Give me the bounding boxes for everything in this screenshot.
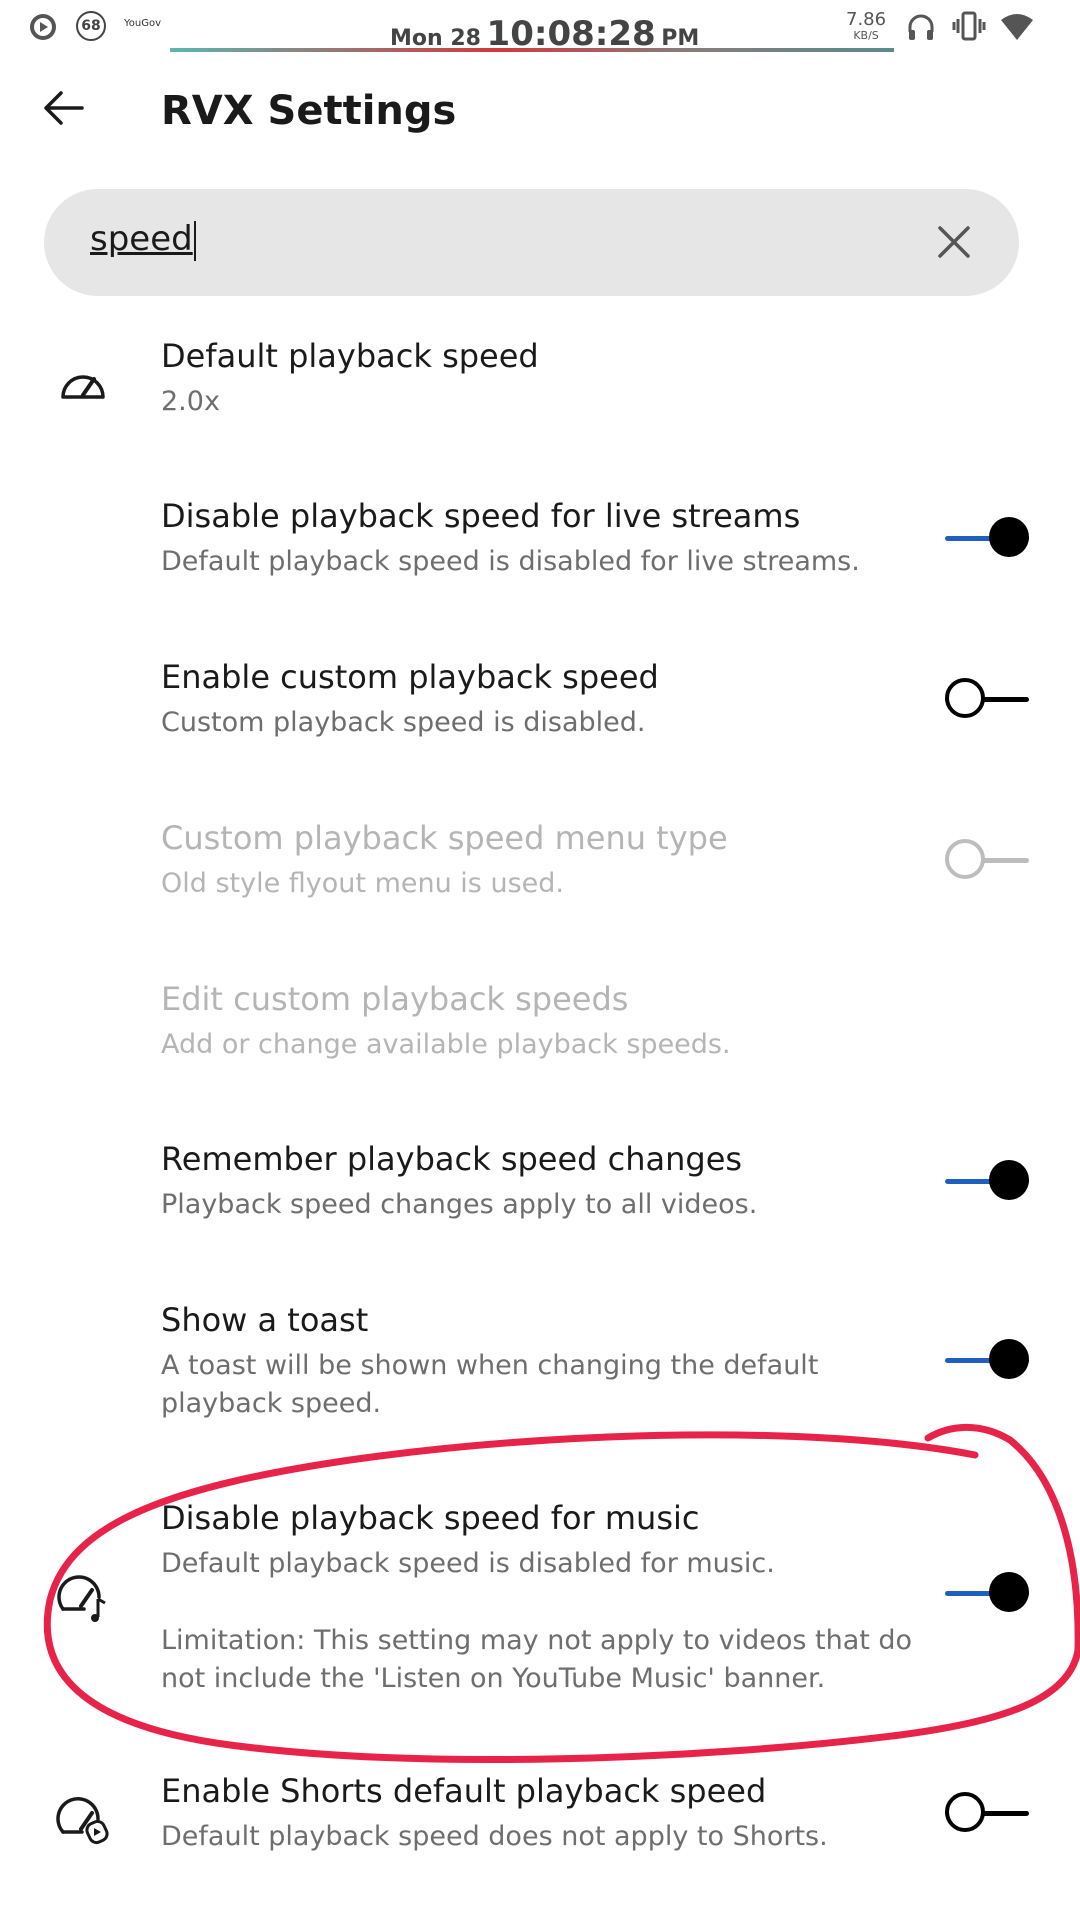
toggle-switch[interactable] xyxy=(945,1339,1029,1383)
setting-summary: Custom playback speed is disabled. xyxy=(161,707,646,738)
setting-summary: A toast will be shown when changing the … xyxy=(161,1350,819,1419)
setting-title: Enable custom playback speed xyxy=(161,658,659,696)
setting-summary: 2.0x xyxy=(161,386,220,417)
toggle-knob xyxy=(989,1339,1029,1379)
toggle-switch[interactable] xyxy=(945,1572,1029,1616)
setting-enable-custom-speed[interactable]: Enable custom playback speed Custom play… xyxy=(0,656,1080,776)
toggle-knob xyxy=(945,839,985,879)
headphones-icon xyxy=(908,14,934,40)
setting-limitation-note: Limitation: This setting may not apply t… xyxy=(161,1625,913,1694)
setting-summary: Playback speed changes apply to all vide… xyxy=(161,1189,758,1220)
notification-count-badge: 68 xyxy=(76,11,106,41)
app-label: YouGov xyxy=(124,18,162,29)
toggle-knob xyxy=(989,517,1029,557)
network-speed: 7.86 KB/S xyxy=(846,9,887,44)
setting-disable-speed-live-streams[interactable]: Disable playback speed for live streams … xyxy=(0,495,1080,615)
toggle-knob xyxy=(989,1160,1029,1200)
search-input[interactable]: speed xyxy=(90,219,196,261)
clear-search-button[interactable] xyxy=(931,219,977,265)
toggle-knob xyxy=(989,1572,1029,1612)
status-bar: 68 YouGov Mon 28 10:08:28 PM 7.86 KB/S xyxy=(0,0,1080,58)
setting-summary: Add or change available playback speeds. xyxy=(161,1029,731,1060)
speed-music-icon xyxy=(57,1575,106,1622)
media-play-icon xyxy=(30,14,56,40)
vibrate-icon xyxy=(952,11,986,41)
toggle-knob xyxy=(945,678,985,718)
setting-default-playback-speed[interactable]: Default playback speed 2.0x xyxy=(0,335,1080,455)
speed-icon xyxy=(61,375,105,399)
page-title: RVX Settings xyxy=(161,88,457,134)
toggle-switch[interactable] xyxy=(945,1160,1029,1204)
back-button[interactable] xyxy=(36,80,92,136)
setting-remember-speed-changes[interactable]: Remember playback speed changes Playback… xyxy=(0,1138,1080,1258)
setting-title: Edit custom playback speeds xyxy=(161,980,629,1018)
toggle-switch xyxy=(945,839,1029,883)
close-icon xyxy=(938,226,970,258)
setting-title: Remember playback speed changes xyxy=(161,1140,743,1178)
setting-disable-speed-music[interactable]: Disable playback speed for music Default… xyxy=(0,1497,1080,1697)
setting-summary: Default playback speed is disabled for l… xyxy=(161,546,860,577)
badge-count: 68 xyxy=(81,18,101,34)
status-progress-line xyxy=(170,48,894,52)
setting-title: Enable Shorts default playback speed xyxy=(161,1772,767,1810)
setting-summary: Default playback speed is disabled for m… xyxy=(161,1548,775,1579)
toggle-knob xyxy=(945,1792,985,1832)
network-speed-value: 7.86 xyxy=(846,9,887,30)
setting-show-toast[interactable]: Show a toast A toast will be shown when … xyxy=(0,1299,1080,1449)
toggle-switch[interactable] xyxy=(945,517,1029,561)
text-caret xyxy=(193,220,196,261)
setting-title: Disable playback speed for live streams xyxy=(161,497,801,535)
speed-shorts-icon xyxy=(56,1797,109,1845)
setting-edit-custom-speeds: Edit custom playback speeds Add or chang… xyxy=(0,978,1080,1098)
toggle-switch[interactable] xyxy=(945,678,1029,722)
search-query: speed xyxy=(90,219,193,259)
setting-title: Default playback speed xyxy=(161,337,539,375)
setting-summary: Old style flyout menu is used. xyxy=(161,868,564,899)
wifi-icon xyxy=(1001,14,1033,40)
arrow-left-icon xyxy=(44,91,84,125)
setting-title: Custom playback speed menu type xyxy=(161,819,728,857)
setting-summary: Default playback speed does not apply to… xyxy=(161,1821,828,1852)
toggle-switch[interactable] xyxy=(945,1792,1029,1836)
setting-title: Disable playback speed for music xyxy=(161,1499,700,1537)
network-speed-unit: KB/S xyxy=(853,29,879,42)
search-bar: speed xyxy=(44,189,1019,296)
setting-title: Show a toast xyxy=(161,1301,369,1339)
setting-custom-speed-menu-type: Custom playback speed menu type Old styl… xyxy=(0,817,1080,937)
setting-enable-shorts-speed[interactable]: Enable Shorts default playback speed Def… xyxy=(0,1770,1080,1890)
